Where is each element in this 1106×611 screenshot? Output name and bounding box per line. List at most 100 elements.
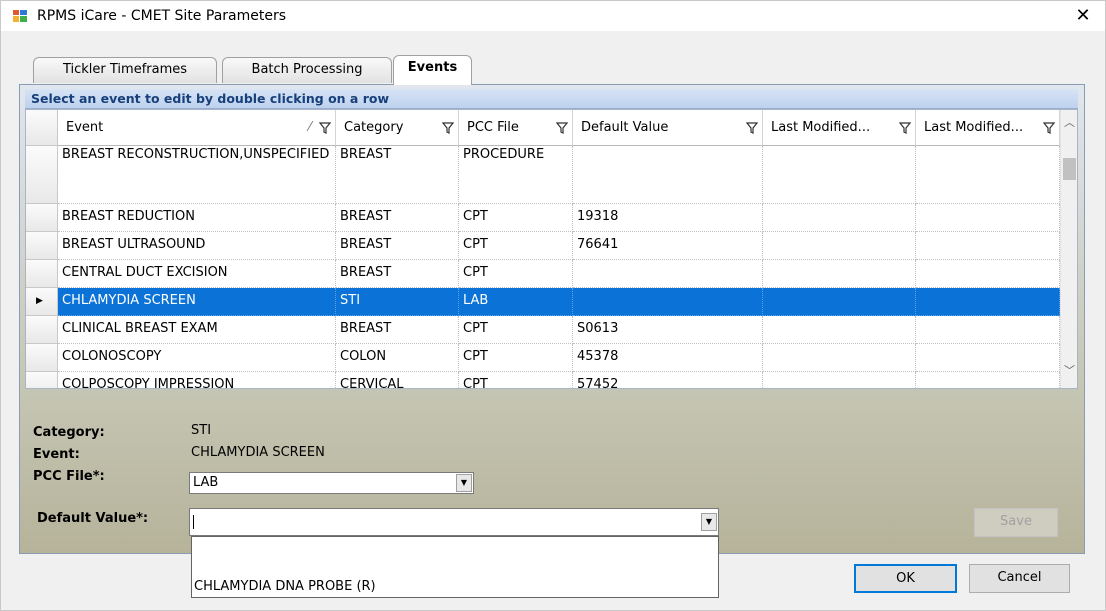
default-value-dropdown-list[interactable]: CHLAMYDIA DNA PROBE (R) xyxy=(191,536,719,598)
pcc-file-label: PCC File*: xyxy=(33,469,105,484)
column-header-default-value[interactable]: Default Value xyxy=(573,110,763,146)
event-value: CHLAMYDIA SCREEN xyxy=(191,445,325,460)
cell-last-modified-1 xyxy=(763,344,916,372)
tab-batch-processing[interactable]: Batch Processing xyxy=(222,57,392,83)
cell-pcc-file: PROCEDURE xyxy=(459,146,573,204)
cell-pcc-file: LAB xyxy=(459,288,573,316)
cell-event: CHLAMYDIA SCREEN xyxy=(58,288,336,316)
column-header-last-modified-2[interactable]: Last Modified... xyxy=(916,110,1060,146)
scroll-down-icon[interactable]: ﹀ xyxy=(1061,362,1077,380)
filter-icon[interactable] xyxy=(556,122,568,134)
dropdown-option[interactable]: CHLAMYDIA DNA PROBE (R) xyxy=(194,579,376,594)
row-selector[interactable] xyxy=(26,316,58,344)
scroll-up-icon[interactable]: ︿ xyxy=(1061,114,1077,132)
cell-last-modified-2 xyxy=(916,260,1060,288)
cell-pcc-file: CPT xyxy=(459,204,573,232)
column-header-label: Default Value xyxy=(581,120,669,135)
column-header-label: Category xyxy=(344,120,404,135)
column-header-category[interactable]: Category xyxy=(336,110,459,146)
grid-caption: Select an event to edit by double clicki… xyxy=(25,89,1078,109)
app-icon xyxy=(13,10,27,22)
cell-pcc-file: CPT xyxy=(459,316,573,344)
window-title: RPMS iCare - CMET Site Parameters xyxy=(37,8,287,24)
title-bar: RPMS iCare - CMET Site Parameters ✕ xyxy=(1,1,1105,31)
cell-event: COLPOSCOPY IMPRESSION xyxy=(58,372,336,388)
cell-pcc-file: CPT xyxy=(459,372,573,388)
default-value-combobox[interactable]: ▼ xyxy=(189,508,719,536)
cell-category: COLON xyxy=(336,344,459,372)
save-button[interactable]: Save xyxy=(974,508,1058,537)
column-header-label: Event xyxy=(66,120,104,135)
filter-icon[interactable] xyxy=(746,122,758,134)
row-selector[interactable]: ▶ xyxy=(26,288,58,316)
cell-last-modified-2 xyxy=(916,372,1060,388)
cell-last-modified-1 xyxy=(763,204,916,232)
cell-last-modified-2 xyxy=(916,204,1060,232)
cell-default-value xyxy=(573,288,763,316)
tab-events[interactable]: Events xyxy=(393,55,472,85)
row-selector[interactable] xyxy=(26,344,58,372)
tab-tickler-timeframes[interactable]: Tickler Timeframes xyxy=(33,57,217,83)
pcc-file-combobox[interactable]: LAB ▼ xyxy=(189,472,474,494)
cell-category: BREAST xyxy=(336,260,459,288)
pcc-file-selected-value: LAB xyxy=(193,475,219,490)
cell-pcc-file: CPT xyxy=(459,344,573,372)
current-row-icon: ▶ xyxy=(36,296,43,306)
cell-last-modified-1 xyxy=(763,316,916,344)
category-value: STI xyxy=(191,423,212,438)
text-caret xyxy=(193,514,194,529)
cell-last-modified-2 xyxy=(916,344,1060,372)
filter-icon[interactable] xyxy=(442,122,454,134)
column-header-pcc-file[interactable]: PCC File xyxy=(459,110,573,146)
cell-pcc-file: CPT xyxy=(459,260,573,288)
filter-icon[interactable] xyxy=(319,122,331,134)
column-header-last-modified-1[interactable]: Last Modified... xyxy=(763,110,916,146)
cancel-button[interactable]: Cancel xyxy=(969,564,1070,593)
cell-last-modified-2 xyxy=(916,316,1060,344)
events-grid: Event ⁄ Category PCC File Default Value … xyxy=(25,109,1078,389)
sort-indicator-icon: ⁄ xyxy=(308,120,311,135)
default-value-label: Default Value*: xyxy=(37,511,149,526)
row-selector[interactable] xyxy=(26,260,58,288)
scroll-thumb[interactable] xyxy=(1063,158,1076,180)
cell-event: CLINICAL BREAST EXAM xyxy=(58,316,336,344)
cell-default-value: 76641 xyxy=(573,232,763,260)
cell-default-value: 19318 xyxy=(573,204,763,232)
filter-icon[interactable] xyxy=(1043,122,1055,134)
column-header-event[interactable]: Event ⁄ xyxy=(58,110,336,146)
row-selector[interactable] xyxy=(26,204,58,232)
cell-last-modified-1 xyxy=(763,288,916,316)
chevron-down-icon[interactable]: ▼ xyxy=(701,513,717,531)
category-label: Category: xyxy=(33,425,105,440)
cell-default-value xyxy=(573,260,763,288)
cell-category: BREAST xyxy=(336,204,459,232)
row-selector[interactable] xyxy=(26,146,58,204)
cell-default-value: 45378 xyxy=(573,344,763,372)
cell-default-value xyxy=(573,146,763,204)
cell-pcc-file: CPT xyxy=(459,232,573,260)
chevron-down-icon[interactable]: ▼ xyxy=(456,474,472,492)
close-icon[interactable]: ✕ xyxy=(1073,5,1093,27)
grid-vertical-scrollbar[interactable]: ︿ ﹀ xyxy=(1060,110,1077,388)
cell-event: CENTRAL DUCT EXCISION xyxy=(58,260,336,288)
cell-event: BREAST RECONSTRUCTION,UNSPECIFIED xyxy=(58,146,336,204)
cell-last-modified-2 xyxy=(916,288,1060,316)
cell-category: BREAST xyxy=(336,146,459,204)
cell-last-modified-2 xyxy=(916,232,1060,260)
column-header-label: PCC File xyxy=(467,120,519,135)
cell-category: STI xyxy=(336,288,459,316)
cell-last-modified-1 xyxy=(763,232,916,260)
cell-category: BREAST xyxy=(336,316,459,344)
row-selector[interactable] xyxy=(26,232,58,260)
ok-button[interactable]: OK xyxy=(854,564,957,593)
event-label: Event: xyxy=(33,447,80,462)
cell-last-modified-1 xyxy=(763,260,916,288)
filter-icon[interactable] xyxy=(899,122,911,134)
cell-event: COLONOSCOPY xyxy=(58,344,336,372)
cell-default-value: 57452 xyxy=(573,372,763,388)
row-selector[interactable] xyxy=(26,372,58,388)
header-row-selector xyxy=(26,110,58,146)
cell-category: BREAST xyxy=(336,232,459,260)
cell-last-modified-2 xyxy=(916,146,1060,204)
cell-default-value: S0613 xyxy=(573,316,763,344)
